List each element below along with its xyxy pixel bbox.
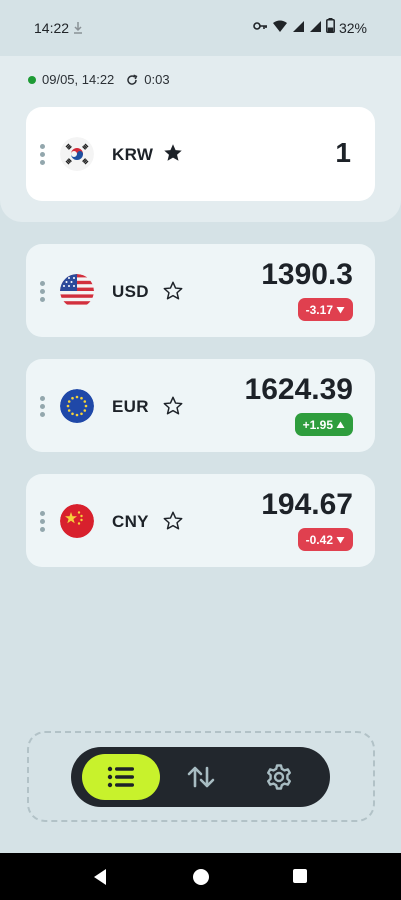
back-icon[interactable]	[92, 868, 108, 891]
star-filled-icon[interactable]	[162, 142, 184, 164]
status-bar: 14:22 32%	[0, 0, 401, 56]
swap-icon[interactable]	[179, 754, 223, 800]
change-value: -3.17	[305, 302, 333, 317]
battery-percent: 32%	[338, 20, 367, 36]
currency-code: USD	[112, 282, 149, 301]
list-icon[interactable]	[82, 754, 160, 800]
triangle-down-icon	[336, 303, 345, 317]
south-korea-flag	[60, 137, 94, 171]
currency-code: EUR	[112, 397, 149, 416]
key-icon	[252, 19, 268, 38]
settings-icon[interactable]	[257, 754, 301, 800]
usa-flag	[60, 274, 94, 308]
status-time: 14:22	[34, 20, 70, 36]
system-nav-bar	[0, 853, 401, 900]
change-value: -0.42	[305, 532, 333, 547]
triangle-down-icon	[336, 533, 345, 547]
currency-card-usd[interactable]: USD 1390.3 -3.17	[26, 244, 375, 337]
exchange-rate[interactable]: 194.67	[261, 488, 353, 522]
download-icon	[72, 20, 84, 36]
recents-icon[interactable]	[292, 868, 308, 889]
battery-icon	[326, 18, 335, 38]
exchange-rate[interactable]: 1624.39	[245, 373, 353, 407]
update-datetime: 09/05, 14:22	[42, 72, 115, 87]
bottom-nav	[71, 747, 330, 807]
update-status: 09/05, 14:22 0:03	[28, 72, 170, 87]
drag-handle[interactable]	[40, 281, 45, 302]
star-outline-icon[interactable]	[162, 395, 184, 417]
triangle-up-icon	[336, 418, 345, 432]
refresh-icon[interactable]	[126, 74, 138, 86]
currency-code: CNY	[112, 512, 149, 531]
base-value[interactable]: 1	[335, 137, 351, 169]
drag-handle[interactable]	[40, 396, 45, 417]
wifi-icon	[272, 19, 288, 38]
base-currency-card[interactable]: KRW 1	[26, 107, 375, 201]
exchange-rate[interactable]: 1390.3	[261, 258, 353, 292]
star-outline-icon[interactable]	[162, 510, 184, 532]
currency-card-cny[interactable]: CNY 194.67 -0.42	[26, 474, 375, 567]
china-flag	[60, 504, 94, 538]
status-dot	[28, 75, 36, 84]
change-badge: -3.17	[297, 298, 353, 321]
drag-handle[interactable]	[40, 144, 45, 165]
star-outline-icon[interactable]	[162, 280, 184, 302]
currency-code: KRW	[112, 145, 154, 164]
home-icon[interactable]	[192, 868, 210, 891]
change-value: +1.95	[302, 417, 333, 432]
signal-icon	[292, 19, 305, 38]
eu-flag	[60, 389, 94, 423]
status-icons: 32%	[252, 18, 367, 38]
change-badge: +1.95	[294, 413, 353, 436]
drag-handle[interactable]	[40, 511, 45, 532]
currency-card-eur[interactable]: EUR 1624.39 +1.95	[26, 359, 375, 452]
signal-icon	[309, 19, 322, 38]
change-badge: -0.42	[297, 528, 353, 551]
update-countdown: 0:03	[144, 72, 170, 87]
